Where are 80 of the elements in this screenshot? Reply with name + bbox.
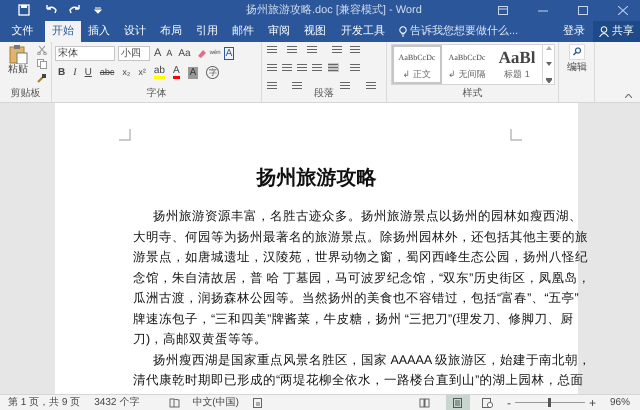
format-button[interactable]: abc (100, 66, 114, 80)
lightbulb-icon (399, 26, 407, 37)
change-case-button[interactable]: Aa (176, 46, 193, 61)
ribbon-tab[interactable]: 邮件 (225, 21, 261, 42)
ribbon-tab[interactable]: 视图 (297, 21, 333, 42)
ribbon-tab[interactable]: 布局 (153, 21, 189, 42)
proofing-book-icon[interactable] (169, 398, 180, 408)
undo-icon[interactable] (44, 4, 58, 16)
zoom-in-button[interactable]: + (588, 394, 596, 410)
more-icon[interactable] (546, 78, 552, 83)
macro-record-icon[interactable] (252, 398, 263, 408)
scroll-down-icon[interactable] (546, 62, 552, 66)
ribbon-tab[interactable]: 设计 (117, 21, 153, 42)
font-size-field[interactable]: 小四 (118, 46, 150, 61)
margin-mark-icon (510, 129, 522, 141)
window-title: 扬州旅游攻略.doc [兼容模式] - Word (246, 2, 422, 18)
zoom-slider-thumb[interactable] (548, 398, 552, 407)
redo-icon[interactable] (68, 4, 82, 16)
text-line: 念馆，朱自清故居，普 哈 丁墓园，马可波罗纪念馆，“双东”历史街区，凤凰岛， (133, 270, 591, 286)
page-count[interactable]: 第 1 页，共 9 页 (8, 395, 80, 410)
style-item[interactable]: AaBbCcDc ↲ 无间隔 (442, 45, 492, 84)
group-label: 剪贴板 (10, 86, 42, 101)
close-icon[interactable] (618, 6, 628, 14)
tell-me-field[interactable]: 告诉我您想要做什么... (399, 21, 518, 42)
ribbon-tab[interactable]: 审阅 (261, 21, 297, 42)
text-line: 大明寺、何园等为扬州最著名的旅游景点。除扬州园林外，还包括其他主要的旅 (133, 228, 589, 246)
ribbon-display-icon[interactable] (498, 6, 508, 14)
text-line: 游景点，如唐城遗址，汉陵苑，世界动物之窗，蜀冈西峰生态公园，扬州八怪纪 (133, 249, 589, 266)
ribbon-tab[interactable]: 文件 (0, 21, 45, 42)
read-mode-icon[interactable] (418, 398, 430, 408)
font-name-field[interactable]: 宋体 (55, 46, 115, 61)
format-painter-icon[interactable] (37, 73, 47, 83)
document-title: 扬州旅游攻略 (255, 166, 378, 191)
font-color-button[interactable]: A (172, 66, 180, 79)
style-item[interactable]: AaBbCcDc ↲ 正文 (392, 45, 442, 84)
print-layout-button[interactable] (446, 395, 470, 410)
scissors-icon[interactable] (37, 45, 47, 55)
page-icon (453, 398, 462, 408)
collapse-ribbon-icon[interactable] (625, 94, 632, 98)
language-status[interactable]: 中文(中国) (192, 395, 239, 410)
zoom-out-button[interactable]: - (506, 394, 511, 410)
text-line: 牌速冻包子，“三和四美”牌酱菜，牛皮糖，扬州 “三把刀”(理发刀、修脚刀、厨 (133, 310, 574, 328)
web-layout-icon[interactable] (482, 398, 493, 408)
text-line: 瓜洲古渡，润扬森林公园等。当然扬州的美食也不容错过，包括“富春”、“五亭” (133, 290, 580, 307)
editing-button[interactable]: 编辑 (563, 44, 591, 75)
text-line: 扬州瘦西湖是国家重点风景名胜区，国家 AAAAA 级旅游区，始建于南北朝， (152, 352, 591, 368)
highlight-button[interactable]: ab (154, 66, 165, 79)
style-item[interactable]: AaBl 标题 1 (492, 45, 542, 84)
format-button[interactable]: x² (138, 66, 146, 80)
paste-button[interactable]: 粘贴 (4, 44, 32, 84)
share-button[interactable]: 共享 (593, 21, 640, 42)
ribbon-tab[interactable]: 开始 (45, 21, 81, 42)
word-count[interactable]: 3432 个字 (94, 395, 140, 410)
maximize-icon[interactable] (578, 6, 588, 14)
zoom-level[interactable]: 96% (610, 395, 630, 410)
customize-icon[interactable] (94, 6, 102, 14)
group-label: 段落 (313, 86, 335, 101)
format-button[interactable]: I (73, 65, 77, 80)
format-button[interactable]: U (84, 65, 92, 80)
enclosed-character-button[interactable]: 字 (206, 66, 220, 79)
copy-icon[interactable] (37, 59, 47, 69)
ribbon-tab[interactable]: 引用 (189, 21, 225, 42)
eraser-icon[interactable] (196, 48, 207, 59)
group-label: 字体 (146, 86, 168, 101)
format-button[interactable]: B (58, 65, 66, 80)
sign-in-link[interactable]: 登录 (563, 21, 585, 42)
group-label: 样式 (462, 86, 484, 101)
person-icon (599, 26, 609, 37)
character-shading-button[interactable]: A (188, 66, 198, 78)
ribbon-tab[interactable]: 插入 (81, 21, 117, 42)
ribbon-tab[interactable]: 开发工具 (333, 21, 393, 42)
format-button[interactable]: x₂ (122, 66, 130, 80)
margin-mark-icon (119, 129, 131, 141)
grow-font-button[interactable]: A (153, 45, 162, 62)
character-border-button[interactable]: A (224, 46, 234, 60)
text-line: 扬州旅游资源丰富，名胜古迹众多。扬州旅游景点以扬州的园林如瘦西湖、 (152, 208, 583, 225)
text-line: 清代康乾时期即已形成的“两堤花柳全依水，一路楼台直到山”的湖上园林，总面 (133, 372, 584, 389)
text-line: 刀)，高邮双黄蛋等等。 (133, 331, 268, 348)
shrink-font-button[interactable]: A (165, 46, 174, 60)
save-icon[interactable] (18, 4, 30, 16)
